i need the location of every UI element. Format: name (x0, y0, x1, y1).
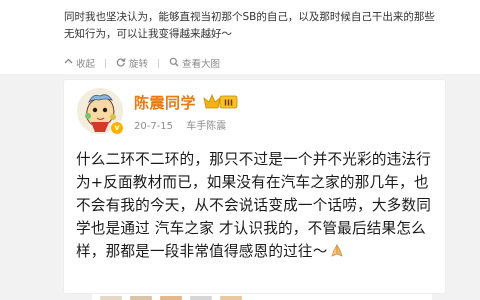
level-badge-text: III (224, 99, 233, 108)
rotate-button[interactable]: 旋转 (116, 56, 148, 70)
post-meta: 20-7-15 车手陈震 (134, 117, 236, 132)
quoted-post-card: v 陈震同学 III 20-7-15 车手陈震 什么二环不二环的，那只不过是一个… (64, 80, 445, 293)
post-date: 20-7-15 (134, 121, 174, 132)
collapse-button[interactable]: 收起 (64, 56, 95, 70)
post-username[interactable]: 陈震同学 (134, 92, 196, 113)
thumbnail[interactable] (100, 296, 122, 300)
thumbnail[interactable] (160, 296, 182, 300)
previous-post-line: 同时我也坚决认为，能够直视当初那个SB的自己，以及那时候自己干出来的那些 (64, 11, 435, 23)
post-author-tag: 车手陈震 (186, 121, 227, 132)
verified-badge-icon: v (110, 121, 124, 135)
view-large-button[interactable]: 查看大图 (169, 56, 220, 70)
previous-post-card: 同时我也坚决认为，能够直视当初那个SB的自己，以及那时候自己干出来的那些 无知行… (0, 0, 480, 74)
previous-post-text: 同时我也坚决认为，能够直视当初那个SB的自己，以及那时候自己干出来的那些 无知行… (64, 9, 444, 43)
divider (105, 58, 107, 68)
repost-icon (116, 57, 126, 70)
pray-hands-emoji-icon (329, 242, 345, 265)
zoom-icon (169, 57, 179, 70)
post-content-text: 什么二环不二环的，那只不过是一个并不光彩的违法行为+反面教材而已，如果没有在汽车… (76, 151, 432, 260)
thumbnail[interactable] (220, 296, 242, 300)
collapse-label: 收起 (76, 59, 96, 70)
rotate-label: 旋转 (129, 59, 149, 70)
divider (158, 58, 160, 68)
image-actions-bar: 收起 旋转 查看大图 (64, 56, 230, 70)
view-large-label: 查看大图 (182, 59, 221, 70)
thumbnail[interactable] (130, 296, 152, 300)
collapse-icon (64, 57, 73, 69)
previous-post-line: 无知行为，可以让我变得越来越好～ (64, 28, 232, 40)
crown-level-icon: III (201, 92, 239, 112)
post-content: 什么二环不二环的，那只不过是一个并不光彩的违法行为+反面教材而已，如果没有在汽车… (76, 148, 440, 265)
thumbnail[interactable] (190, 296, 212, 300)
